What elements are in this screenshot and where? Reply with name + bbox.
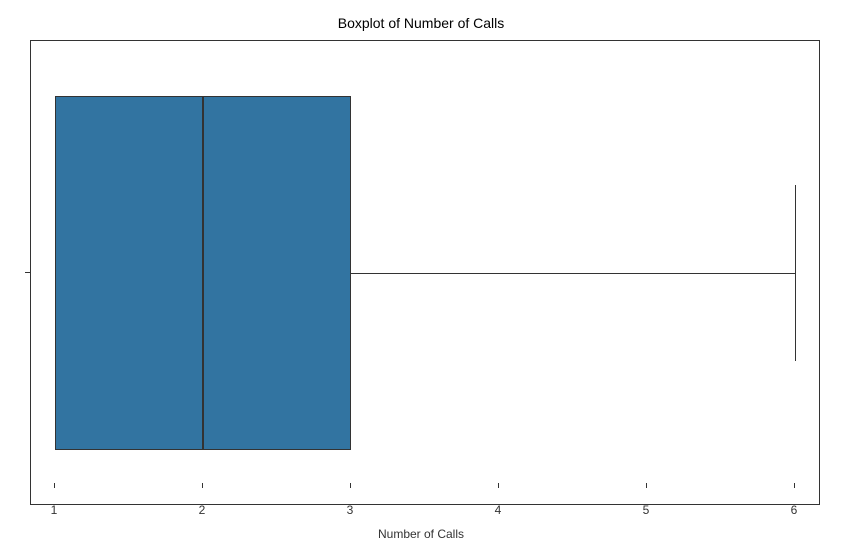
x-tick-1: 1 — [51, 503, 58, 517]
box-lower-quartile — [55, 96, 203, 450]
x-tick-5: 5 — [643, 503, 650, 517]
box-upper-quartile — [203, 96, 351, 450]
plot-area — [30, 40, 820, 505]
tick-mark — [498, 483, 499, 488]
tick-mark — [646, 483, 647, 488]
x-axis-label: Number of Calls — [378, 527, 464, 541]
y-tick-mark — [25, 272, 30, 273]
chart-title: Boxplot of Number of Calls — [10, 10, 832, 36]
median-line — [203, 96, 204, 450]
x-tick-3: 3 — [347, 503, 354, 517]
x-axis: 1 2 3 4 5 6 — [30, 503, 820, 523]
x-tick-6: 6 — [791, 503, 798, 517]
tick-mark — [202, 483, 203, 488]
tick-mark — [794, 483, 795, 488]
whisker-right-cap — [795, 185, 796, 361]
tick-mark — [350, 483, 351, 488]
tick-mark — [54, 483, 55, 488]
whisker-right-line — [351, 273, 795, 274]
x-tick-4: 4 — [495, 503, 502, 517]
boxplot-chart: Boxplot of Number of Calls 1 2 3 4 5 6 N… — [10, 10, 832, 543]
x-tick-2: 2 — [199, 503, 206, 517]
whisker-left-cap — [55, 185, 56, 361]
